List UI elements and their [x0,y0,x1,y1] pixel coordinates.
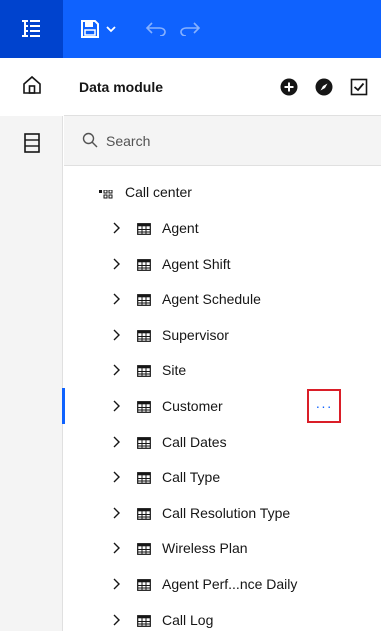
home-icon [21,74,43,101]
chevron-right-icon[interactable] [112,577,122,595]
chevron-down-icon[interactable] [106,26,116,34]
chevron-right-icon[interactable] [112,221,122,239]
chevron-right-icon[interactable] [112,613,122,631]
table-icon [137,364,151,382]
tree-item-label: Agent Perf...nce Daily [162,576,298,592]
tree-item[interactable]: Site [64,352,381,388]
table-icon [137,614,151,631]
tree-item[interactable]: Call Resolution Type [64,495,381,531]
table-icon [137,436,151,454]
chevron-right-icon[interactable] [112,399,122,417]
tree-item-label: Call Dates [162,433,227,450]
table-icon [137,258,151,276]
table-icon [137,329,151,347]
table-icon [137,222,151,240]
tree-item-label: Site [162,362,187,379]
table-icon [137,578,151,596]
compass-icon[interactable] [315,78,333,96]
menu-button-area[interactable] [0,0,63,58]
chevron-right-icon[interactable] [112,435,122,453]
undo-icon[interactable] [145,22,167,36]
tree-item[interactable]: Agent Perf...nce Daily [64,566,381,602]
data-module-icon [99,187,113,205]
navigation-menu-icon[interactable] [20,18,42,40]
tree-item-label: Call Type [162,469,221,486]
tree-item-label: Call Log [162,611,214,628]
tree-item[interactable]: Call Log [64,602,381,631]
tree-item[interactable]: Agent Schedule [64,281,381,317]
tree-item[interactable]: Agent Shift [64,246,381,282]
add-icon[interactable] [280,78,298,96]
rail-data-button[interactable] [0,116,63,174]
tree-item-label: Call Resolution Type [162,504,291,521]
tree-item-label: Customer [162,398,223,414]
redo-icon[interactable] [179,22,201,36]
panel-title: Data module [79,79,164,95]
left-rail [0,58,63,631]
table-icon [137,542,151,560]
chevron-right-icon[interactable] [112,363,122,381]
tree-root-label: Call center [125,184,192,200]
panel-header: Data module [64,58,381,116]
search-input[interactable]: Search [106,133,150,149]
table-icon [137,507,151,525]
checkbox-icon[interactable] [350,78,368,96]
tree-item[interactable]: Agent [64,210,381,246]
tree-item-label: Agent [162,220,199,236]
table-icon [137,400,151,418]
selection-indicator [62,388,65,424]
data-table-icon [23,132,41,158]
tree-item[interactable]: Call Type [64,459,381,495]
search-icon [82,132,98,153]
save-icon[interactable] [80,19,100,39]
overflow-menu-button[interactable]: ··· [307,389,341,423]
tree-item[interactable]: Call Dates [64,424,381,460]
tree-item[interactable]: Supervisor [64,317,381,353]
rail-home-button[interactable] [0,58,63,116]
chevron-right-icon[interactable] [112,470,122,488]
chevron-right-icon[interactable] [112,328,122,346]
tree-item[interactable]: Wireless Plan [64,530,381,566]
tree-item-label: Wireless Plan [162,540,248,557]
chevron-right-icon[interactable] [112,292,122,310]
tree-item[interactable]: Customer ··· [62,388,381,424]
tree-item-label: Supervisor [162,326,229,343]
tree-root[interactable]: Call center [64,174,381,210]
chevron-right-icon[interactable] [112,257,122,275]
table-icon [137,471,151,489]
search-field[interactable]: Search [64,116,381,166]
data-module-panel: Data module Search Call center Agent Age… [62,58,381,631]
chevron-right-icon[interactable] [112,541,122,559]
tree-item-label: Agent Shift [162,255,231,272]
top-toolbar [0,0,381,58]
chevron-right-icon[interactable] [112,506,122,524]
tree-item-label: Agent Schedule [162,291,261,308]
table-icon [137,293,151,311]
